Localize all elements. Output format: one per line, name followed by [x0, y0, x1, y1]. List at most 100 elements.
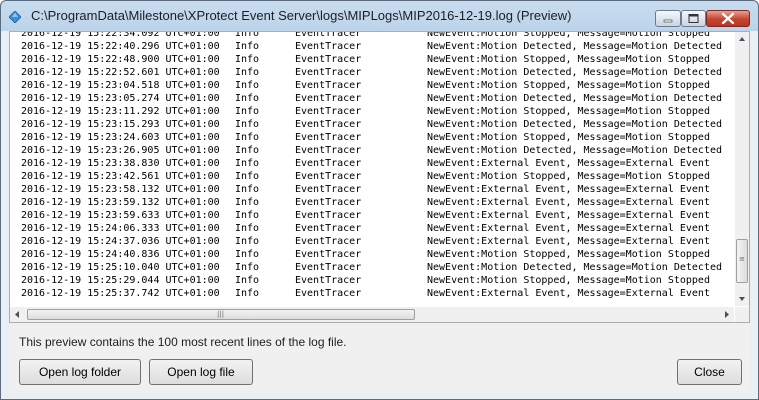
log-level: Info [235, 223, 260, 234]
vertical-scroll-thumb[interactable]: ≡ [736, 239, 748, 283]
log-datetime: 2016-12-19 15:25:29.044 UTC+01:00 [21, 275, 220, 286]
log-source: EventTracer [295, 223, 362, 234]
log-message: NewEvent:External Event, Message=Externa… [427, 158, 710, 169]
scroll-right-icon[interactable] [720, 307, 734, 322]
scrollbar-corner [735, 307, 749, 322]
log-level: Info [235, 158, 260, 169]
log-message: NewEvent:External Event, Message=Externa… [427, 223, 710, 234]
preview-info-text: This preview contains the 100 most recen… [19, 335, 347, 349]
title-bar[interactable]: C:\ProgramData\Milestone\XProtect Event … [1, 1, 758, 31]
log-source: EventTracer [295, 288, 362, 299]
log-level: Info [235, 210, 260, 221]
log-source: EventTracer [295, 249, 362, 260]
minimize-button[interactable] [655, 10, 681, 27]
log-datetime: 2016-12-19 15:23:59.633 UTC+01:00 [21, 210, 220, 221]
maximize-button[interactable] [681, 10, 706, 27]
log-source: EventTracer [295, 132, 362, 143]
log-source: EventTracer [295, 32, 362, 39]
horizontal-scroll-thumb[interactable]: ||| [27, 309, 415, 320]
log-preview-window: C:\ProgramData\Milestone\XProtect Event … [0, 0, 759, 400]
log-message: NewEvent:Motion Stopped, Message=Motion … [427, 275, 710, 286]
log-source: EventTracer [295, 41, 362, 52]
log-level: Info [235, 262, 260, 273]
log-source: EventTracer [295, 171, 362, 182]
log-message: NewEvent:External Event, Message=Externa… [427, 210, 710, 221]
log-datetime: 2016-12-19 15:23:42.561 UTC+01:00 [21, 171, 220, 182]
log-datetime: 2016-12-19 15:25:10.040 UTC+01:00 [21, 262, 220, 273]
log-level: Info [235, 93, 260, 104]
log-datetime: 2016-12-19 15:23:59.132 UTC+01:00 [21, 197, 220, 208]
dialog-content: 2016-12-19 15:22:34.092 UTC+01:00 Info Eve… [9, 31, 750, 391]
open-log-folder-button[interactable]: Open log folder [19, 359, 141, 385]
log-level: Info [235, 41, 260, 52]
log-datetime: 2016-12-19 15:23:58.132 UTC+01:00 [21, 184, 220, 195]
log-message: NewEvent:Motion Stopped, Message=Motion … [427, 106, 710, 117]
log-level: Info [235, 171, 260, 182]
log-source: EventTracer [295, 197, 362, 208]
horizontal-scrollbar[interactable]: ||| [10, 307, 734, 322]
log-message: NewEvent:Motion Stopped, Message=Motion … [427, 171, 710, 182]
scroll-left-icon[interactable] [10, 307, 24, 322]
maximize-icon [688, 14, 699, 23]
log-message: NewEvent:External Event, Message=Externa… [427, 197, 710, 208]
scroll-down-icon[interactable] [735, 291, 749, 306]
log-lines: 2016-12-19 15:22:34.092 UTC+01:00 Info Eve… [10, 32, 734, 306]
log-level: Info [235, 67, 260, 78]
log-text-area[interactable]: 2016-12-19 15:22:34.092 UTC+01:00 Info Eve… [9, 31, 750, 323]
log-level: Info [235, 184, 260, 195]
log-source: EventTracer [295, 93, 362, 104]
log-level: Info [235, 32, 260, 39]
log-message: NewEvent:Motion Stopped, Message=Motion … [427, 132, 710, 143]
log-level: Info [235, 145, 260, 156]
log-datetime: 2016-12-19 15:23:11.292 UTC+01:00 [21, 106, 220, 117]
log-level: Info [235, 288, 260, 299]
minimize-icon [663, 19, 673, 23]
window-title: C:\ProgramData\Milestone\XProtect Event … [31, 8, 572, 23]
log-message: NewEvent:Motion Stopped, Message=Motion … [427, 249, 710, 260]
vertical-scrollbar[interactable]: ≡ [735, 32, 749, 306]
log-source: EventTracer [295, 236, 362, 247]
log-datetime: 2016-12-19 15:24:06.333 UTC+01:00 [21, 223, 220, 234]
log-message: NewEvent:Motion Detected, Message=Motion… [427, 262, 723, 273]
log-level: Info [235, 80, 260, 91]
log-datetime: 2016-12-19 15:22:34.092 UTC+01:00 [21, 32, 220, 39]
log-source: EventTracer [295, 210, 362, 221]
log-source: EventTracer [295, 80, 362, 91]
log-message: NewEvent:External Event, Message=Externa… [427, 184, 710, 195]
log-datetime: 2016-12-19 15:23:05.274 UTC+01:00 [21, 93, 220, 104]
log-datetime: 2016-12-19 15:23:38.830 UTC+01:00 [21, 158, 220, 169]
log-level: Info [235, 249, 260, 260]
log-source: EventTracer [295, 54, 362, 65]
log-datetime: 2016-12-19 15:25:37.742 UTC+01:00 [21, 288, 220, 299]
diamond-icon [8, 10, 22, 24]
log-datetime: 2016-12-19 15:23:26.905 UTC+01:00 [21, 145, 220, 156]
log-source: EventTracer [295, 67, 362, 78]
log-datetime: 2016-12-19 15:22:40.296 UTC+01:00 [21, 41, 220, 52]
close-icon [721, 12, 735, 25]
log-message: NewEvent:Motion Detected, Message=Motion… [427, 67, 723, 78]
log-source: EventTracer [295, 145, 362, 156]
grip-icon: ≡ [739, 255, 745, 263]
log-message: NewEvent:Motion Detected, Message=Motion… [427, 41, 723, 52]
open-log-file-button[interactable]: Open log file [149, 359, 253, 385]
grip-icon: ||| [217, 310, 225, 318]
log-source: EventTracer [295, 119, 362, 130]
close-button[interactable]: Close [677, 359, 742, 385]
log-source: EventTracer [295, 158, 362, 169]
log-source: EventTracer [295, 262, 362, 273]
close-window-button[interactable] [706, 10, 750, 27]
log-level: Info [235, 132, 260, 143]
log-datetime: 2016-12-19 15:23:15.293 UTC+01:00 [21, 119, 220, 130]
log-level: Info [235, 106, 260, 117]
log-level: Info [235, 197, 260, 208]
log-source: EventTracer [295, 275, 362, 286]
log-source: EventTracer [295, 184, 362, 195]
log-message: NewEvent:Motion Detected, Message=Motion… [427, 93, 723, 104]
log-datetime: 2016-12-19 15:23:24.603 UTC+01:00 [21, 132, 220, 143]
log-message: NewEvent:Motion Detected, Message=Motion… [427, 119, 723, 130]
log-message: NewEvent:Motion Stopped, Message=Motion … [427, 80, 710, 91]
log-level: Info [235, 119, 260, 130]
log-message: NewEvent:External Event, Message=Externa… [427, 288, 710, 299]
log-datetime: 2016-12-19 15:22:52.601 UTC+01:00 [21, 67, 220, 78]
scroll-up-icon[interactable] [735, 32, 749, 47]
